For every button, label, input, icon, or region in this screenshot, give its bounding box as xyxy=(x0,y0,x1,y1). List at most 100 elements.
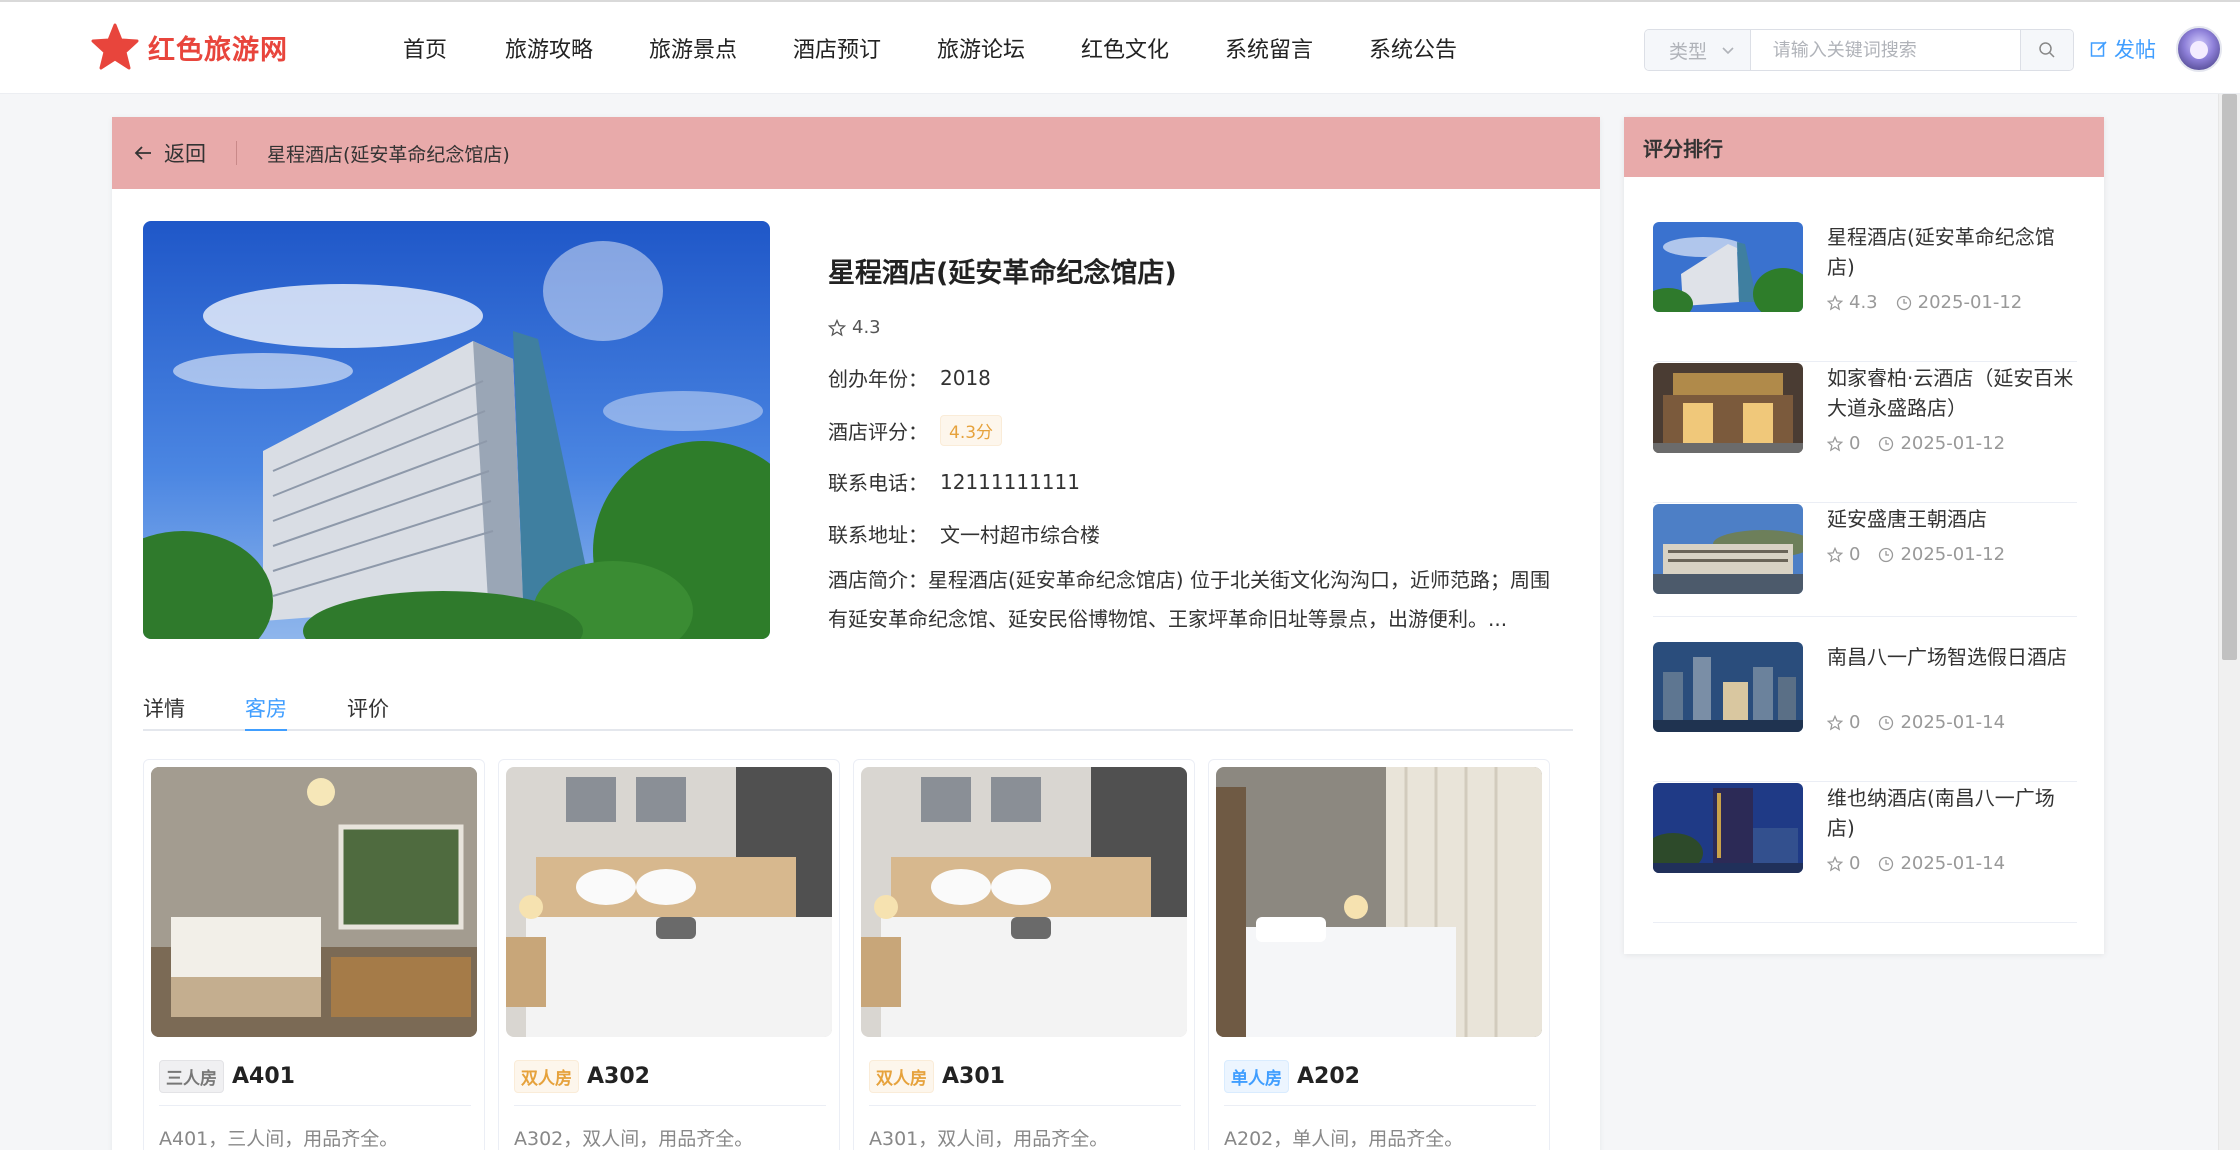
search-input[interactable] xyxy=(1750,30,2020,70)
address-value: 文一村超市综合楼 xyxy=(940,523,1100,547)
room-number: A401 xyxy=(232,1064,295,1089)
ranking-thumbnail xyxy=(1653,504,1803,594)
active-tab-indicator xyxy=(245,729,287,731)
search-type-select[interactable]: 类型 xyxy=(1645,30,1751,70)
clock-icon xyxy=(1879,856,1894,871)
divider xyxy=(869,1105,1181,1106)
tab-rooms[interactable]: 客房 xyxy=(245,693,287,723)
room-description: A401，三人间，用品齐全。 xyxy=(159,1128,399,1150)
nav-item-guides[interactable]: 旅游攻略 xyxy=(505,32,593,64)
breadcrumb-current: 星程酒店(延安革命纪念馆店) xyxy=(267,143,510,166)
ranking-item-meta: 0 2025-01-12 xyxy=(1827,544,2005,565)
room-number: A302 xyxy=(587,1064,650,1089)
ranking-item-title: 南昌八一广场智选假日酒店 xyxy=(1827,645,2067,669)
nav-item-messages[interactable]: 系统留言 xyxy=(1225,32,1313,64)
star-outline-icon xyxy=(1827,546,1843,563)
room-type-badge: 双人房 xyxy=(514,1060,579,1093)
room-card[interactable]: 双人房 A301 A301，双人间，用品齐全。 xyxy=(853,759,1195,1150)
ranking-thumbnail xyxy=(1653,783,1803,873)
top-header: 红色旅游网 首页 旅游攻略 旅游景点 酒店预订 旅游论坛 红色文化 系统留言 系… xyxy=(0,0,2240,94)
hotel-intro-label: 酒店简介： xyxy=(828,568,928,592)
star-outline-icon xyxy=(1827,435,1843,452)
chevron-down-icon xyxy=(1722,47,1734,55)
ranking-item-score: 0 xyxy=(1849,544,1861,565)
scrollbar-thumb[interactable] xyxy=(2222,94,2237,660)
ranking-item[interactable]: 维也纳酒店(南昌八一广场店) 0 2025-01-14 xyxy=(1653,783,2077,923)
hotel-score-field: 酒店评分： 4.3分 xyxy=(828,415,1003,446)
nav-item-announcements[interactable]: 系统公告 xyxy=(1369,32,1457,64)
ranking-item-meta: 0 2025-01-14 xyxy=(1827,853,2005,874)
ranking-item-title: 星程酒店(延安革命纪念馆店) xyxy=(1827,225,2055,279)
nav-item-forum[interactable]: 旅游论坛 xyxy=(937,32,1025,64)
detail-tabs: 详情 客房 评价 xyxy=(143,689,1573,731)
room-card[interactable]: 三人房 A401 A401，三人间，用品齐全。 xyxy=(143,759,485,1150)
tab-details[interactable]: 详情 xyxy=(143,693,185,723)
room-photo xyxy=(1216,767,1542,1037)
divider xyxy=(514,1105,826,1106)
ranking-thumbnail xyxy=(1653,363,1803,453)
room-list: 三人房 A401 A401，三人间，用品齐全。 双人房 A302 A302，双人… xyxy=(143,759,1573,1150)
room-type-badge: 三人房 xyxy=(159,1060,224,1093)
search-icon xyxy=(2039,42,2055,58)
post-button[interactable]: 发帖 xyxy=(2090,34,2156,64)
clock-icon xyxy=(1896,295,1911,310)
star-outline-icon xyxy=(1827,294,1843,311)
back-label: 返回 xyxy=(164,142,206,166)
room-number: A202 xyxy=(1297,1064,1360,1089)
ranking-item-title: 延安盛唐王朝酒店 xyxy=(1827,507,1987,531)
ranking-item-date: 2025-01-12 xyxy=(1900,544,2006,565)
ranking-thumbnail xyxy=(1653,222,1803,312)
ranking-item-date: 2025-01-14 xyxy=(1900,853,2006,874)
room-header: 双人房 A302 xyxy=(514,1060,650,1093)
address-label: 联系地址： xyxy=(828,523,928,547)
room-number: A301 xyxy=(942,1064,1005,1089)
ranking-item-meta: 0 2025-01-14 xyxy=(1827,712,2005,733)
ranking-title: 评分排行 xyxy=(1624,117,2104,177)
main-nav: 首页 旅游攻略 旅游景点 酒店预订 旅游论坛 红色文化 系统留言 系统公告 xyxy=(0,2,1600,96)
ranking-item-date: 2025-01-14 xyxy=(1900,712,2006,733)
hotel-intro-text: 星程酒店(延安革命纪念馆店) 位于北关街文化沟沟口，近师范路；周围有延安革命纪念… xyxy=(828,568,1550,631)
search-button[interactable] xyxy=(2019,30,2073,70)
room-type-badge: 单人房 xyxy=(1224,1060,1289,1093)
room-photo xyxy=(151,767,477,1037)
ranking-item[interactable]: 如家睿柏·云酒店（延安百米大道永盛路店） 0 2025-01-12 xyxy=(1653,363,2077,503)
ranking-item-date: 2025-01-12 xyxy=(1917,292,2023,313)
ranking-item-title: 维也纳酒店(南昌八一广场店) xyxy=(1827,786,2055,840)
founded-year-field: 创办年份： 2018 xyxy=(828,363,991,392)
room-photo xyxy=(506,767,832,1037)
hotel-title: 星程酒店(延安革命纪念馆店) xyxy=(828,258,1177,289)
tab-reviews[interactable]: 评价 xyxy=(347,693,389,723)
ranking-item[interactable]: 延安盛唐王朝酒店 0 2025-01-12 xyxy=(1653,504,2077,617)
clock-icon xyxy=(1879,547,1894,562)
nav-item-hotels[interactable]: 酒店预订 xyxy=(793,32,881,64)
room-description: A202，单人间，用品齐全。 xyxy=(1224,1128,1464,1150)
hotel-score-label: 酒店评分： xyxy=(828,420,928,444)
phone-value: 12111111111 xyxy=(940,469,1080,494)
user-avatar[interactable] xyxy=(2176,26,2222,72)
post-label: 发帖 xyxy=(2114,38,2156,62)
room-card[interactable]: 单人房 A202 A202，单人间，用品齐全。 xyxy=(1208,759,1550,1150)
search-bar: 类型 xyxy=(1644,29,2074,71)
nav-item-home[interactable]: 首页 xyxy=(403,32,447,64)
star-outline-icon xyxy=(1827,714,1843,731)
ranking-item-score: 0 xyxy=(1849,712,1861,733)
hotel-rating-value: 4.3 xyxy=(852,317,881,338)
ranking-item[interactable]: 星程酒店(延安革命纪念馆店) 4.3 2025-01-12 xyxy=(1653,222,2077,362)
search-type-label: 类型 xyxy=(1669,40,1708,63)
room-card[interactable]: 双人房 A302 A302，双人间，用品齐全。 xyxy=(498,759,840,1150)
hotel-detail-card: 返回 星程酒店(延安革命纪念馆店) 星程酒店(延安革命纪念馆店) 4.3 创办年… xyxy=(112,117,1600,1150)
room-header: 单人房 A202 xyxy=(1224,1060,1360,1093)
founded-year-value: 2018 xyxy=(940,365,991,390)
room-description: A301，双人间，用品齐全。 xyxy=(869,1128,1109,1150)
back-button[interactable]: 返回 xyxy=(132,138,206,168)
ranking-thumbnail xyxy=(1653,642,1803,732)
page-scrollbar[interactable] xyxy=(2218,94,2240,1150)
arrow-left-icon xyxy=(134,146,151,160)
ranking-item-score: 4.3 xyxy=(1849,292,1878,313)
nav-item-attractions[interactable]: 旅游景点 xyxy=(649,32,737,64)
nav-item-red-culture[interactable]: 红色文化 xyxy=(1081,32,1169,64)
room-header: 双人房 A301 xyxy=(869,1060,1005,1093)
clock-icon xyxy=(1879,436,1894,451)
ranking-item[interactable]: 南昌八一广场智选假日酒店 0 2025-01-14 xyxy=(1653,642,2077,782)
room-photo xyxy=(861,767,1187,1037)
